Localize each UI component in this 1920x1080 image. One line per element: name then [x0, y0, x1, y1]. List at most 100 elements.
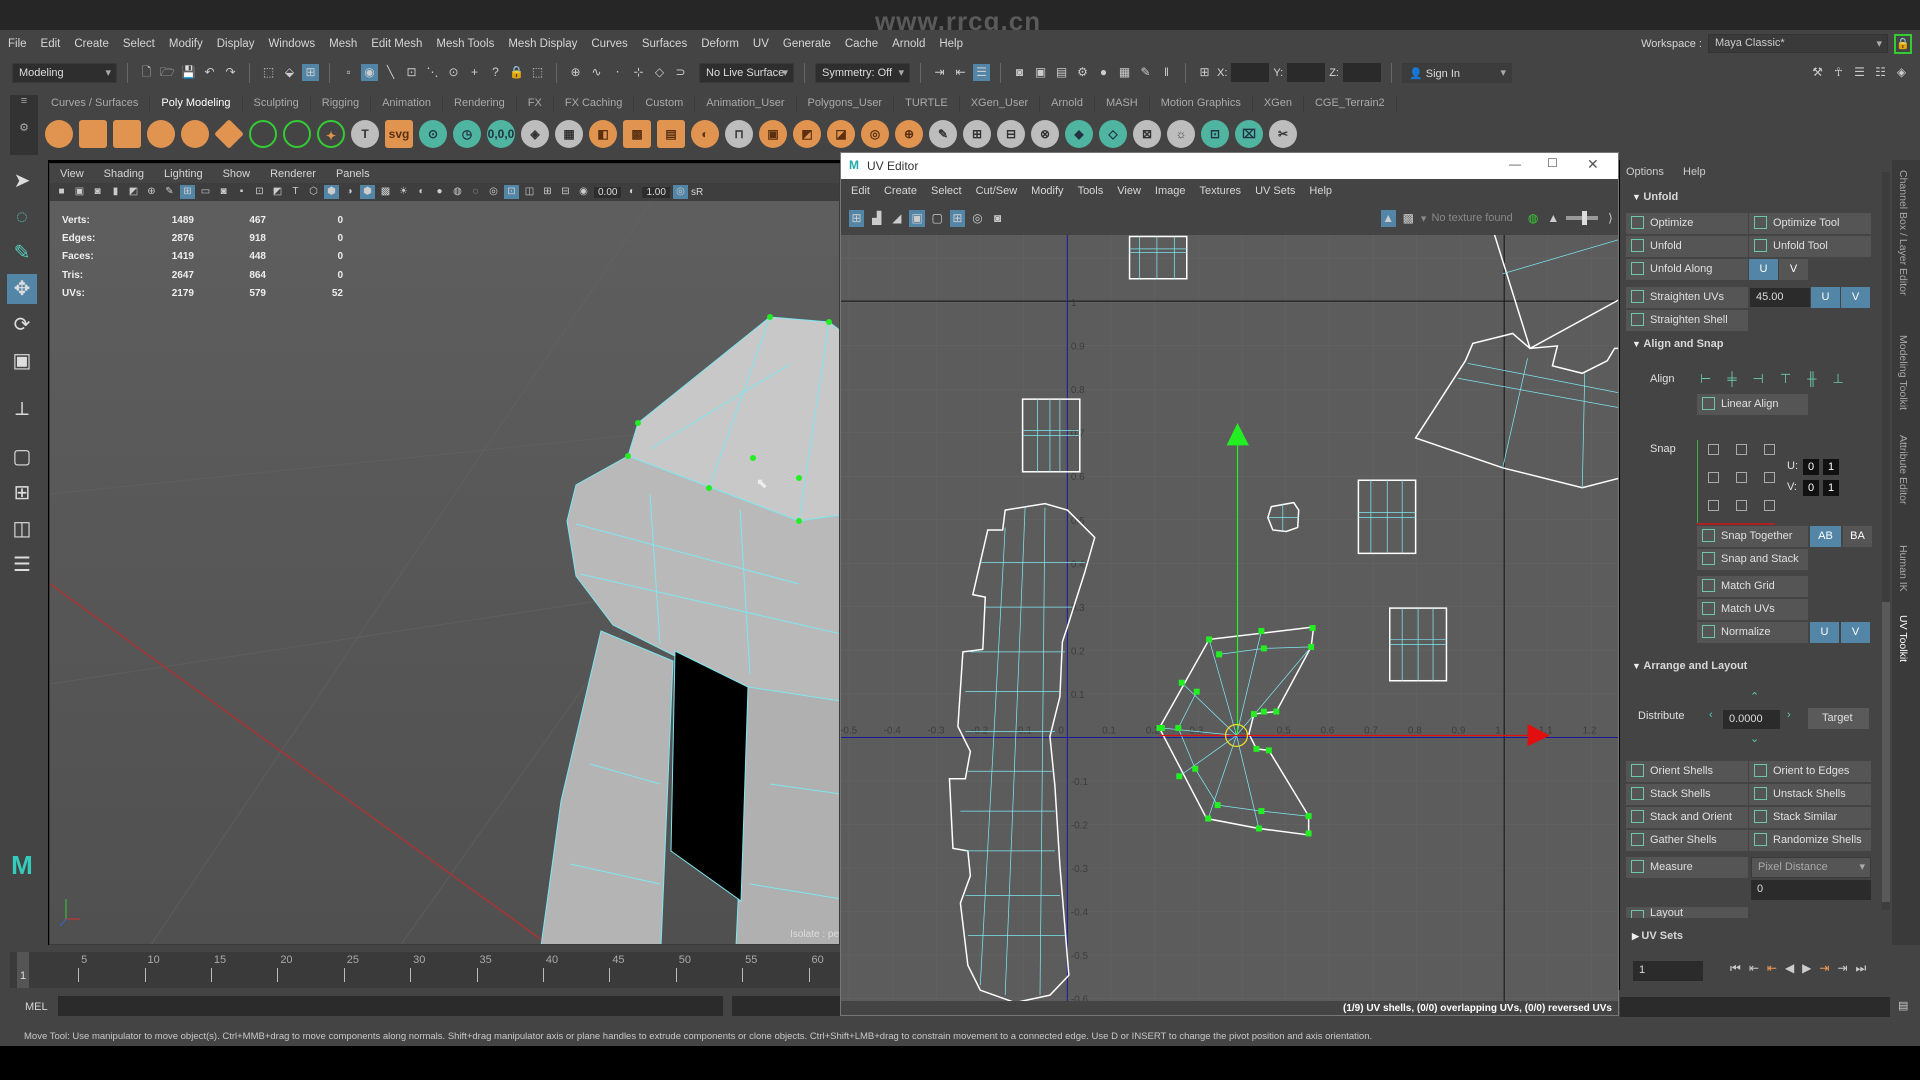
fill-hole-icon[interactable]: ◎: [861, 120, 889, 148]
align-bottom-icon[interactable]: ⊥: [1832, 371, 1843, 387]
play-forward-icon[interactable]: ▶: [1802, 961, 1811, 976]
multi-cut-icon[interactable]: ✎: [929, 120, 957, 148]
checker-icon[interactable]: ▩: [1401, 210, 1416, 227]
pause-icon[interactable]: ‖: [1158, 64, 1175, 81]
edge-mask-icon[interactable]: ╲: [382, 64, 399, 81]
uv-cut-icon[interactable]: ✂: [1269, 120, 1297, 148]
minimize-button[interactable]: —: [1509, 157, 1521, 171]
shelf-tab-motion-graphics[interactable]: Motion Graphics: [1150, 95, 1253, 113]
uv-viewport[interactable]: -0.5 -0.4 -0.3 -0.2 -0.1 0 0.1 0.2 0.3 0.4 0.5 0.6 0…: [841, 235, 1618, 1001]
normalize-button[interactable]: Normalize: [1697, 622, 1808, 643]
uv-border-icon[interactable]: ▣: [909, 209, 925, 227]
side-tab-human-ik[interactable]: Human IK: [1897, 545, 1909, 592]
menu-windows[interactable]: Windows: [268, 38, 315, 50]
boolean-icon[interactable]: ◐: [691, 120, 719, 148]
quad-draw-icon[interactable]: ◆: [1065, 120, 1093, 148]
save-scene-icon[interactable]: 💾: [180, 64, 197, 81]
smooth-icon[interactable]: ▩: [623, 120, 651, 148]
stack-and-orient-button[interactable]: Stack and Orient: [1626, 807, 1748, 828]
bridge-icon[interactable]: ⊓: [725, 120, 753, 148]
viewport-menu-view[interactable]: View: [60, 168, 84, 180]
3d-viewport[interactable]: ⬉ View Shading Lighting Show Renderer Panels …: [49, 163, 840, 945]
shelf-tab-xgen[interactable]: XGen: [1253, 95, 1304, 113]
step-forward-key-icon[interactable]: ⇥: [1837, 961, 1847, 976]
v-min-field[interactable]: 0: [1803, 480, 1819, 496]
poly-torus-icon[interactable]: [181, 120, 209, 148]
select-component-icon[interactable]: ⊞: [302, 64, 319, 81]
render-setup-icon[interactable]: ▦: [1116, 64, 1133, 81]
arrange-layout-section-header[interactable]: Arrange and Layout: [1632, 660, 1747, 672]
select-hierarchy-icon[interactable]: ⬚: [260, 64, 277, 81]
align-right-icon[interactable]: ⊣: [1753, 371, 1764, 387]
poly-plane-icon[interactable]: [214, 119, 244, 149]
redo-icon[interactable]: ↷: [222, 64, 239, 81]
uv-editor-icon[interactable]: ⊡: [1201, 120, 1229, 148]
ipr-render-icon[interactable]: ▤: [1053, 64, 1070, 81]
uv-snapshot-icon[interactable]: ◙: [990, 210, 1005, 227]
options-menu[interactable]: Options: [1626, 166, 1664, 178]
menu-modify[interactable]: Modify: [169, 38, 203, 50]
snap-curve-icon[interactable]: ∿: [588, 64, 605, 81]
align-left-icon[interactable]: ⊢: [1700, 371, 1711, 387]
go-to-end-icon[interactable]: ⏭: [1856, 961, 1867, 976]
u-min-field[interactable]: 0: [1803, 459, 1819, 475]
super-shape-icon[interactable]: ✦: [317, 120, 345, 148]
uv-menu-help[interactable]: Help: [1309, 185, 1332, 197]
channel-box-toggle-icon[interactable]: ◈: [1893, 64, 1910, 81]
time-slider[interactable]: 5 10 15 20 25 30 35 40 45 50 55 60 1: [0, 945, 840, 990]
shelf-tab-fx-caching[interactable]: FX Caching: [554, 95, 635, 113]
2d-pan-icon[interactable]: ⊕: [144, 185, 159, 199]
offset-edge-loop-icon[interactable]: ⊟: [997, 120, 1025, 148]
align-center-v-icon[interactable]: ╫: [1807, 371, 1816, 387]
mel-label[interactable]: MEL: [25, 1001, 48, 1013]
uv-shell[interactable]: [1388, 607, 1448, 682]
merge-icon[interactable]: ⊕: [895, 120, 923, 148]
straighten-u-toggle[interactable]: U: [1811, 287, 1840, 308]
shelf-tab-polygons-user[interactable]: Polygons_User: [797, 95, 895, 113]
xray-icon[interactable]: ◫: [522, 185, 537, 199]
wireframe-icon[interactable]: ⬡: [306, 185, 321, 199]
straighten-uvs-button[interactable]: Straighten UVs: [1626, 287, 1748, 308]
shelf-tab-sculpting[interactable]: Sculpting: [243, 95, 311, 113]
normalize-u-toggle[interactable]: U: [1810, 622, 1839, 643]
snap-position-checkbox[interactable]: [1708, 472, 1719, 483]
align-top-icon[interactable]: ⊤: [1780, 371, 1791, 387]
uv-distortion-icon[interactable]: ▢: [930, 210, 945, 227]
go-to-start-icon[interactable]: ⏮: [1730, 961, 1741, 976]
u-max-field[interactable]: 1: [1823, 459, 1839, 475]
gather-shells-button[interactable]: Gather Shells: [1626, 830, 1748, 851]
view-transform-label[interactable]: sR: [691, 187, 703, 198]
attribute-editor-toggle-icon[interactable]: ☰: [1851, 64, 1868, 81]
step-back-frame-icon[interactable]: ⇤: [1767, 961, 1777, 976]
match-grid-button[interactable]: Match Grid: [1697, 576, 1808, 597]
human-ik-toggle-icon[interactable]: ☥: [1830, 64, 1847, 81]
shelf-tab-animation[interactable]: Animation: [371, 95, 444, 113]
unfold-along-v-toggle[interactable]: V: [1779, 259, 1808, 280]
handle-mask-icon[interactable]: +: [466, 64, 483, 81]
grid-toggle-icon[interactable]: ⊞: [180, 185, 195, 199]
uv-unfold-icon[interactable]: ⌧: [1235, 120, 1263, 148]
shelf-tab-cge-terrain2[interactable]: CGE_Terrain2: [1304, 95, 1397, 113]
target-button[interactable]: Target: [1808, 708, 1869, 729]
snap-projected-icon[interactable]: ⊹: [630, 64, 647, 81]
uv-menu-view[interactable]: View: [1117, 185, 1141, 197]
exposure-slider[interactable]: [1565, 211, 1598, 225]
lock-camera-icon[interactable]: ▣: [72, 185, 87, 199]
vertex-mask-icon[interactable]: ◉: [361, 64, 378, 81]
default-material-icon[interactable]: ◑: [342, 185, 357, 199]
mirror-icon[interactable]: ◧: [589, 120, 617, 148]
straighten-angle-field[interactable]: 45.00: [1750, 288, 1810, 307]
shelf-menu-icon[interactable]: ≡: [10, 95, 38, 107]
separate-icon[interactable]: ▦: [555, 120, 583, 148]
center-pivot-icon[interactable]: ⊙: [419, 120, 447, 148]
uv-menu-image[interactable]: Image: [1155, 185, 1186, 197]
side-tab-attribute-editor[interactable]: Attribute Editor: [1897, 435, 1909, 504]
image-plane-icon[interactable]: ◩: [126, 185, 141, 199]
last-tool-icon[interactable]: ⟂: [7, 394, 37, 424]
uv-pixel-snap-icon[interactable]: ◎: [970, 210, 985, 227]
v-arrow-icon[interactable]: [1226, 423, 1249, 446]
shelf-tab-animation-user[interactable]: Animation_User: [695, 95, 797, 113]
v-max-field[interactable]: 1: [1823, 480, 1839, 496]
stack-similar-button[interactable]: Stack Similar: [1749, 807, 1871, 828]
workspace-dropdown[interactable]: Maya Classic*: [1708, 34, 1888, 53]
